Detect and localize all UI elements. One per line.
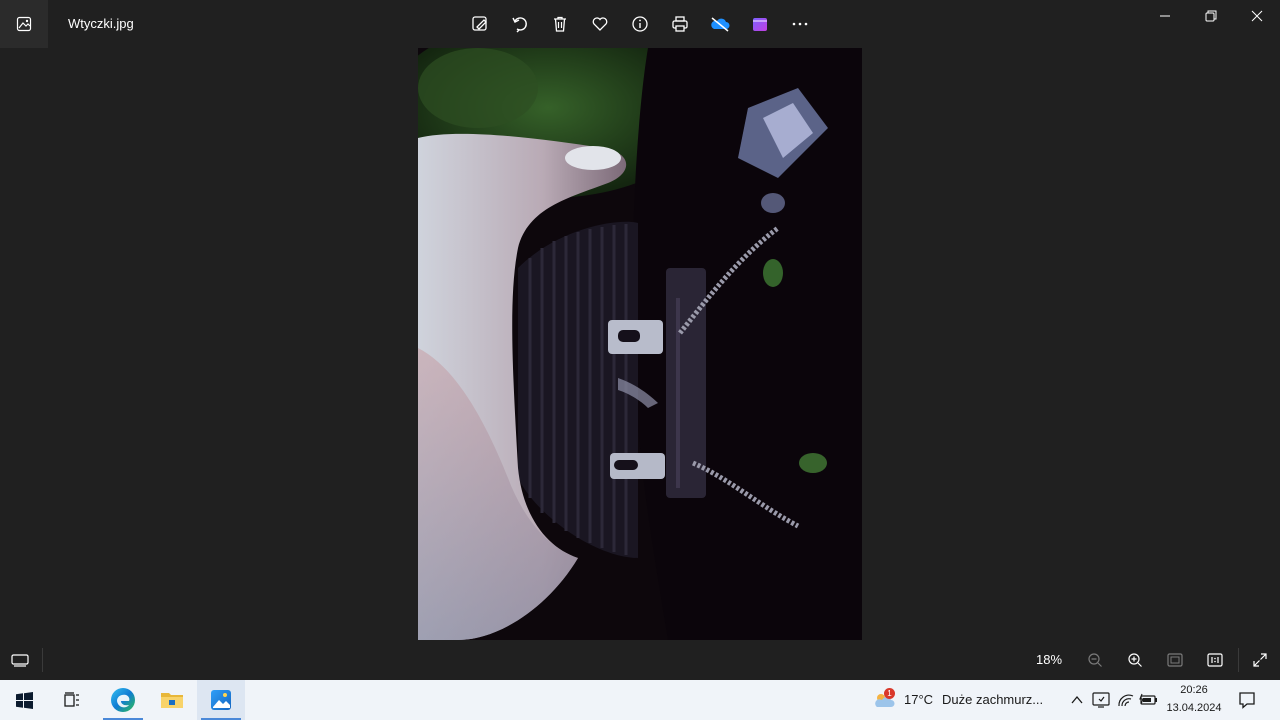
rotate-icon	[512, 17, 527, 33]
favorite-button[interactable]	[580, 4, 620, 44]
network-tray-button[interactable]	[1116, 690, 1136, 710]
task-view-icon	[64, 692, 79, 707]
task-view-button[interactable]	[48, 680, 96, 720]
bottom-bar: 18%	[0, 640, 1280, 680]
minimize-icon	[1160, 15, 1170, 17]
minimize-button[interactable]	[1142, 0, 1188, 32]
actual-size-button[interactable]	[1195, 640, 1235, 680]
image-viewer	[0, 48, 1280, 640]
notifications-button[interactable]	[1237, 690, 1257, 710]
ellipsis-icon	[792, 22, 808, 26]
edit-image-icon	[472, 16, 487, 31]
window-controls	[1142, 0, 1280, 32]
zoom-in-button[interactable]	[1115, 640, 1155, 680]
full-screen-button[interactable]	[1240, 640, 1280, 680]
zoom-in-icon	[1128, 653, 1142, 667]
separator	[42, 648, 43, 672]
weather-temperature[interactable]: 17°C	[904, 692, 933, 707]
windows-logo-icon	[15, 691, 33, 709]
title-bar: Wtyczki.jpg	[0, 0, 1280, 48]
start-button[interactable]	[0, 680, 48, 720]
battery-charging-icon	[1139, 693, 1157, 705]
heart-icon	[592, 17, 608, 31]
close-button[interactable]	[1234, 0, 1280, 32]
taskbar: 1 17°C Duże zachmurz... 20:26 13.04.2024	[0, 680, 1280, 720]
file-info-button[interactable]	[620, 4, 660, 44]
clock-date[interactable]: 13.04.2024	[1166, 702, 1222, 714]
taskbar-photos-button[interactable]	[197, 680, 245, 720]
edge-browser-icon	[111, 688, 135, 712]
restore-icon	[1205, 10, 1217, 22]
photo-image	[418, 48, 862, 640]
taskbar-file-explorer-button[interactable]	[148, 680, 196, 720]
filmstrip-icon	[11, 654, 29, 667]
restore-button[interactable]	[1188, 0, 1234, 32]
clipchamp-button[interactable]	[740, 4, 780, 44]
fit-window-icon	[1167, 653, 1183, 667]
printer-icon	[672, 16, 688, 32]
zoom-level: 18%	[1036, 652, 1063, 667]
more-options-button[interactable]	[780, 4, 820, 44]
chevron-up-icon	[1071, 695, 1083, 704]
show-hidden-icons-button[interactable]	[1067, 690, 1087, 710]
clock-time[interactable]: 20:26	[1166, 684, 1222, 696]
notification-center-icon	[1239, 692, 1255, 709]
rotate-button[interactable]	[500, 4, 540, 44]
zoom-out-button[interactable]	[1075, 640, 1115, 680]
trash-icon	[554, 16, 566, 32]
onedrive-off-icon	[711, 17, 730, 32]
filmstrip-toggle-button[interactable]	[0, 640, 40, 680]
toolbar	[460, 4, 820, 44]
edit-image-button[interactable]	[460, 4, 500, 44]
close-icon	[1251, 10, 1263, 22]
security-tray-button[interactable]	[1091, 690, 1111, 710]
photo-view[interactable]	[418, 48, 862, 640]
weather-description[interactable]: Duże zachmurz...	[942, 692, 1043, 707]
info-icon	[632, 16, 648, 32]
separator	[1238, 648, 1239, 672]
onedrive-button[interactable]	[700, 4, 740, 44]
folder-icon	[161, 693, 183, 708]
file-title: Wtyczki.jpg	[68, 16, 134, 31]
taskbar-edge-button[interactable]	[99, 680, 147, 720]
security-center-icon	[1092, 692, 1110, 708]
photos-app-icon[interactable]	[0, 0, 48, 48]
clipchamp-icon	[753, 18, 767, 31]
photos-app-icon	[211, 690, 231, 710]
weather-alert-badge: 1	[884, 688, 895, 699]
delete-button[interactable]	[540, 4, 580, 44]
actual-size-icon	[1207, 653, 1223, 667]
wifi-icon	[1118, 694, 1134, 707]
fit-to-window-button[interactable]	[1155, 640, 1195, 680]
print-button[interactable]	[660, 4, 700, 44]
expand-icon	[1253, 653, 1267, 667]
zoom-out-icon	[1088, 653, 1102, 667]
battery-tray-button[interactable]	[1138, 690, 1158, 710]
